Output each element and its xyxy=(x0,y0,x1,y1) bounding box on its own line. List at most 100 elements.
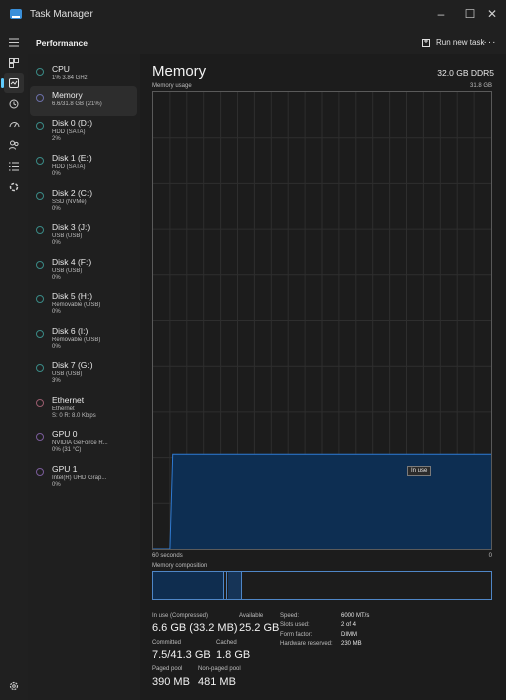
status-dot-icon xyxy=(36,330,44,338)
device-detail: Intel(R) UHD Grap... 0% xyxy=(52,475,107,489)
available-label: Available xyxy=(239,613,264,619)
device-name: Disk 5 (H:) xyxy=(52,291,93,301)
device-item-disk-2[interactable]: Disk 2 (C:) SSD (NVMe) 0% xyxy=(30,184,137,214)
status-dot-icon xyxy=(36,433,44,441)
nav-processes[interactable] xyxy=(4,53,24,73)
composition-in-use-segment xyxy=(153,572,224,599)
committed-value: 7.5/41.3 GB xyxy=(152,649,211,661)
in-use-tooltip: In use xyxy=(407,466,432,476)
more-options-button[interactable]: ··· xyxy=(480,34,500,50)
status-dot-icon xyxy=(36,226,44,234)
page-title: Performance xyxy=(36,38,88,48)
status-dot-icon xyxy=(36,192,44,200)
status-dot-icon xyxy=(36,157,44,165)
cached-label: Cached xyxy=(216,640,237,646)
status-dot-icon xyxy=(36,364,44,372)
memory-usage-graph xyxy=(152,91,492,550)
device-name: CPU xyxy=(52,64,70,74)
device-name: Ethernet xyxy=(52,395,85,405)
run-new-task-button[interactable]: Run new task xyxy=(418,34,488,50)
device-item-disk-3[interactable]: Disk 3 (J:) USB (USB) 0% xyxy=(30,218,137,248)
device-name: Memory xyxy=(52,90,83,100)
title-bar: Task Manager – ☐ ✕ xyxy=(0,0,506,30)
nav-startup-apps[interactable] xyxy=(4,115,24,135)
form-factor-label: Form factor: xyxy=(280,632,313,638)
paged-pool-label: Paged pool xyxy=(152,666,183,672)
device-detail: HDD (SATA) 2% xyxy=(52,129,86,143)
minimize-button[interactable]: – xyxy=(426,0,456,28)
hardware-reserved-label: Hardware reserved: xyxy=(280,641,333,647)
device-detail: USB (USB) 0% xyxy=(52,268,83,282)
composition-label: Memory composition xyxy=(152,563,208,569)
nav-services[interactable] xyxy=(4,177,24,197)
details-icon xyxy=(9,162,19,170)
device-item-disk-0[interactable]: Disk 0 (D:) HDD (SATA) 2% xyxy=(30,114,137,144)
device-item-disk-7[interactable]: Disk 7 (G:) USB (USB) 3% xyxy=(30,356,137,386)
slots-used-value: 2 of 4 xyxy=(341,622,357,628)
device-detail: Removable (USB) 0% xyxy=(52,337,101,351)
device-name: Disk 1 (E:) xyxy=(52,153,92,163)
main-title: Memory xyxy=(152,63,207,80)
composition-standby-segment xyxy=(228,572,242,599)
composition-modified-segment xyxy=(226,572,227,599)
device-detail: 6.6/31.8 GB (21%) xyxy=(52,101,102,107)
graph-label: Memory usage xyxy=(152,83,192,89)
processes-icon xyxy=(9,58,19,68)
status-dot-icon xyxy=(36,399,44,407)
device-name: Disk 2 (C:) xyxy=(52,188,93,198)
cached-value: 1.8 GB xyxy=(216,649,251,661)
device-detail: Ethernet S: 0 R: 8.0 Kbps xyxy=(52,406,96,420)
device-name: Disk 6 (I:) xyxy=(52,326,89,336)
device-name: Disk 4 (F:) xyxy=(52,257,92,267)
settings-icon xyxy=(9,681,19,691)
task-manager-logo-icon xyxy=(10,9,22,19)
nav-users[interactable] xyxy=(4,135,24,155)
app-history-icon xyxy=(9,99,19,109)
status-dot-icon xyxy=(36,261,44,269)
device-list: CPU 1% 3.84 GHz Memory 6.6/31.8 GB (21%)… xyxy=(28,54,140,700)
device-detail: USB (USB) 3% xyxy=(52,371,83,385)
device-detail: HDD (SATA) 0% xyxy=(52,164,86,178)
device-item-disk-5[interactable]: Disk 5 (H:) Removable (USB) 0% xyxy=(30,287,137,317)
nav-app-history[interactable] xyxy=(4,94,24,114)
run-new-task-label: Run new task xyxy=(436,37,485,47)
window-title: Task Manager xyxy=(30,9,93,20)
device-name: GPU 0 xyxy=(52,429,78,439)
device-item-disk-4[interactable]: Disk 4 (F:) USB (USB) 0% xyxy=(30,253,137,283)
speed-value: 6000 MT/s xyxy=(341,613,370,619)
status-dot-icon xyxy=(36,94,44,102)
memory-spec: 32.0 GB DDR5 xyxy=(437,68,494,78)
menu-button[interactable] xyxy=(4,32,24,52)
in-use-label: In use (Compressed) xyxy=(152,613,209,619)
usage-chart-svg xyxy=(153,92,491,550)
device-name: Disk 0 (D:) xyxy=(52,118,93,128)
device-item-memory[interactable]: Memory 6.6/31.8 GB (21%) xyxy=(30,86,137,116)
x-axis-left-label: 60 seconds xyxy=(152,553,183,559)
x-axis-right-label: 0 xyxy=(488,553,492,559)
device-detail: 1% 3.84 GHz xyxy=(52,75,88,81)
device-name: GPU 1 xyxy=(52,464,78,474)
speed-label: Speed: xyxy=(280,613,300,619)
page-header: Performance Run new task ··· xyxy=(28,30,506,54)
nav-details[interactable] xyxy=(4,156,24,176)
menu-icon xyxy=(9,38,19,46)
non-paged-pool-value: 481 MB xyxy=(198,676,236,688)
usage-area xyxy=(153,454,491,549)
device-detail: Removable (USB) 0% xyxy=(52,302,101,316)
nav-performance[interactable] xyxy=(1,73,24,93)
settings-button[interactable] xyxy=(4,676,24,696)
performance-icon xyxy=(9,78,19,88)
status-dot-icon xyxy=(36,68,44,76)
device-item-ethernet[interactable]: Ethernet Ethernet S: 0 R: 8.0 Kbps xyxy=(30,391,137,421)
form-factor-value: DIMM xyxy=(341,632,357,638)
committed-label: Committed xyxy=(152,640,182,646)
device-detail: USB (USB) 0% xyxy=(52,233,83,247)
device-item-disk-1[interactable]: Disk 1 (E:) HDD (SATA) 0% xyxy=(30,149,137,179)
close-button[interactable]: ✕ xyxy=(477,0,506,28)
device-item-disk-6[interactable]: Disk 6 (I:) Removable (USB) 0% xyxy=(30,322,137,352)
services-icon xyxy=(9,182,19,192)
device-item-gpu-1[interactable]: GPU 1 Intel(R) UHD Grap... 0% xyxy=(30,460,137,490)
device-item-gpu-0[interactable]: GPU 0 NVIDIA GeForce R... 0% (31 °C) xyxy=(30,425,137,455)
graph-max-label: 31.8 GB xyxy=(469,83,492,89)
device-detail: NVIDIA GeForce R... 0% (31 °C) xyxy=(52,440,108,454)
